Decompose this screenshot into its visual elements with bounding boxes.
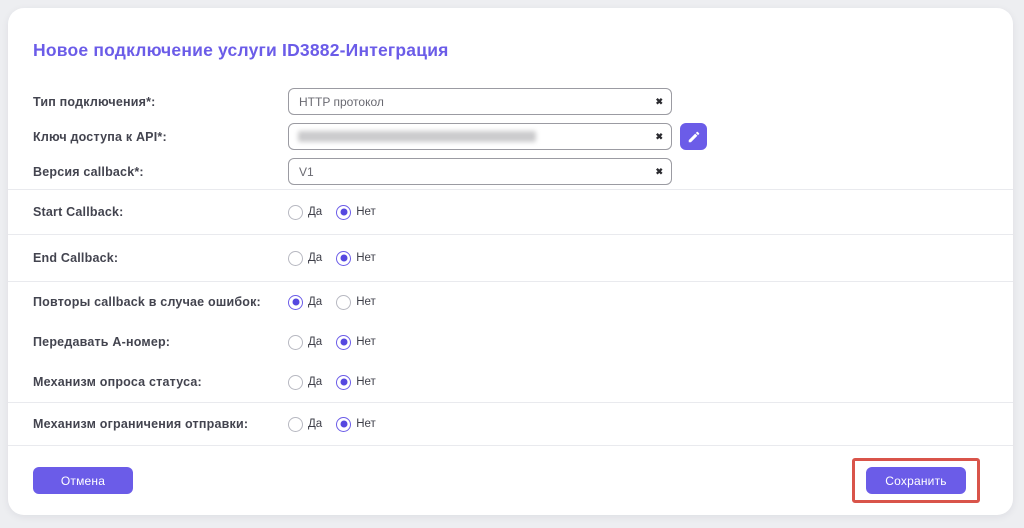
radio-option-yes[interactable]: Да [288,417,322,432]
radio-option-label: Да [308,336,322,348]
callback-retries-radio-group: Да Нет [288,295,376,310]
api-key-label: Ключ доступа к API*: [33,130,288,144]
end-callback-radio-group: Да Нет [288,251,376,266]
callback-version-input[interactable] [288,158,672,185]
radio-option-label: Нет [356,252,376,264]
a-number-label: Передавать А-номер: [33,335,288,349]
a-number-radio-group: Да Нет [288,335,376,350]
send-limit-label: Механизм ограничения отправки: [33,417,288,431]
radio-option-label: Да [308,418,322,430]
radio-option-label: Нет [356,336,376,348]
connection-type-row: Тип подключения*: ✖ [8,84,1013,119]
radio-icon[interactable] [336,205,351,220]
save-button-annotation-box: Сохранить [852,458,980,503]
radio-option-label: Да [308,252,322,264]
radio-icon[interactable] [288,205,303,220]
end-callback-label: End Callback: [33,251,288,265]
cancel-button[interactable]: Отмена [33,467,133,494]
radio-option-no[interactable]: Нет [336,417,376,432]
callback-retries-row: Повторы callback в случае ошибок: Да Нет [8,282,1013,322]
status-polling-row: Механизм опроса статуса: Да Нет [8,362,1013,402]
radio-icon[interactable] [336,295,351,310]
radio-option-label: Да [308,296,322,308]
radio-icon[interactable] [288,251,303,266]
radio-icon[interactable] [288,375,303,390]
connection-type-input-wrap: ✖ [288,88,672,115]
radio-option-no[interactable]: Нет [336,375,376,390]
send-limit-row: Механизм ограничения отправки: Да Нет [8,403,1013,445]
pencil-icon [687,130,701,144]
radio-icon[interactable] [288,295,303,310]
status-polling-radio-group: Да Нет [288,375,376,390]
form-card: Новое подключение услуги ID3882-Интеграц… [8,8,1013,515]
radio-option-yes[interactable]: Да [288,295,322,310]
radio-icon[interactable] [288,417,303,432]
clear-icon[interactable]: ✖ [655,167,663,176]
start-callback-radio-group: Да Нет [288,205,376,220]
radio-option-yes[interactable]: Да [288,335,322,350]
text-fields-section: Тип подключения*: ✖ Ключ доступа к API*:… [8,84,1013,189]
radio-option-label: Нет [356,376,376,388]
connection-type-label: Тип подключения*: [33,95,288,109]
edit-api-key-button[interactable] [680,123,707,150]
api-key-input[interactable] [288,123,672,150]
footer-actions: Отмена Сохранить [8,446,1013,503]
radio-option-label: Нет [356,296,376,308]
radio-icon[interactable] [336,335,351,350]
radio-option-yes[interactable]: Да [288,375,322,390]
end-callback-row: End Callback: Да Нет [8,235,1013,281]
callback-version-input-wrap: ✖ [288,158,672,185]
radio-option-label: Да [308,206,322,218]
radio-option-no[interactable]: Нет [336,251,376,266]
start-callback-row: Start Callback: Да Нет [8,190,1013,234]
radio-option-no[interactable]: Нет [336,335,376,350]
radio-option-yes[interactable]: Да [288,205,322,220]
radio-option-label: Нет [356,206,376,218]
radio-icon[interactable] [336,251,351,266]
radio-option-label: Нет [356,418,376,430]
radio-icon[interactable] [288,335,303,350]
page-title: Новое подключение услуги ID3882-Интеграц… [8,8,1013,61]
api-key-row: Ключ доступа к API*: ✖ [8,119,1013,154]
callback-version-row: Версия callback*: ✖ [8,154,1013,189]
radio-option-no[interactable]: Нет [336,295,376,310]
status-polling-label: Механизм опроса статуса: [33,375,288,389]
api-key-input-wrap: ✖ [288,123,672,150]
callback-version-label: Версия callback*: [33,165,288,179]
radio-option-label: Да [308,376,322,388]
radio-icon[interactable] [336,417,351,432]
a-number-row: Передавать А-номер: Да Нет [8,322,1013,362]
start-callback-label: Start Callback: [33,205,288,219]
save-button[interactable]: Сохранить [866,467,966,494]
connection-type-input[interactable] [288,88,672,115]
send-limit-radio-group: Да Нет [288,417,376,432]
radio-option-yes[interactable]: Да [288,251,322,266]
clear-icon[interactable]: ✖ [655,132,663,141]
radio-icon[interactable] [336,375,351,390]
callback-retries-label: Повторы callback в случае ошибок: [33,295,288,309]
clear-icon[interactable]: ✖ [655,97,663,106]
radio-option-no[interactable]: Нет [336,205,376,220]
